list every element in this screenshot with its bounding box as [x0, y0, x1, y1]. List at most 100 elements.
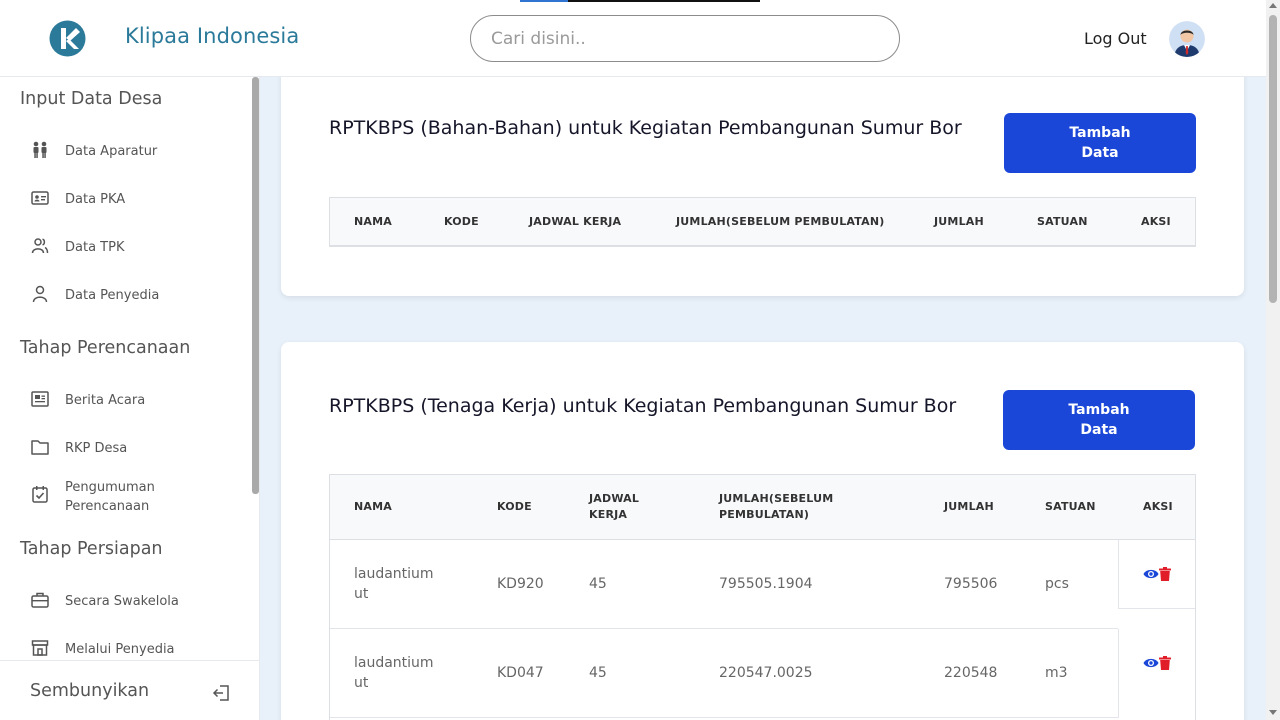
table-bahan-bahan: NAMA KODE JADWAL KERJA JUMLAH(SEBELUM PE…: [329, 197, 1196, 247]
page-scrollbar[interactable]: [1266, 0, 1280, 720]
sidebar-item-label: Data PKA: [65, 192, 126, 207]
sidebar: Input Data Desa Data Aparatur Data PKA D…: [0, 77, 260, 720]
column-header-line: PEMBULATAN): [719, 508, 810, 521]
section-title-tahap-perencanaan: Tahap Perencanaan: [20, 338, 191, 358]
scroll-up-arrow-icon[interactable]: [1269, 3, 1277, 8]
table-row: laudantium ut KD920 45 795505.1904 79550…: [330, 540, 1195, 629]
sidebar-item-label: Secara Swakelola: [65, 594, 179, 609]
news-icon: [31, 391, 49, 407]
table-header: NAMA KODE JADWAL KERJA JUMLAH(SEBELUM PE…: [330, 198, 1195, 246]
sidebar-item-label: Data Penyedia: [65, 288, 160, 303]
logout-button[interactable]: Log Out: [1084, 29, 1147, 48]
cell-satuan: m3: [1045, 665, 1068, 681]
calendar-check-icon: [32, 486, 48, 503]
briefcase-icon: [31, 592, 49, 608]
loading-bar-progress: [520, 0, 568, 2]
card-title: RPTKBPS (Tenaga Kerja) untuk Kegiatan Pe…: [329, 395, 957, 417]
cell-jumlah: 220548: [944, 665, 998, 681]
cell-nama: laudantium ut: [354, 653, 434, 693]
column-header-jumlah[interactable]: JUMLAH: [934, 214, 984, 230]
button-label: Tambah: [1068, 402, 1130, 418]
column-header-kode[interactable]: KODE: [497, 499, 532, 515]
column-header-nama[interactable]: NAMA: [354, 499, 392, 515]
cell-nama: laudantium ut: [354, 564, 434, 604]
column-header-jumlah-sebelum[interactable]: JUMLAH(SEBELUM PEMBULATAN): [719, 491, 833, 523]
section-title-tahap-persiapan: Tahap Persiapan: [20, 539, 163, 559]
column-header-aksi: AKSI: [1143, 500, 1173, 513]
user-avatar-icon[interactable]: [1169, 21, 1205, 57]
button-label: Data: [1080, 422, 1118, 438]
sidebar-item-label: Berita Acara: [65, 393, 146, 408]
column-header-satuan[interactable]: SATUAN: [1037, 214, 1088, 230]
button-label: Tambah: [1069, 125, 1131, 141]
table-row: laudantium ut KD047 45 220547.0025 22054…: [330, 629, 1195, 718]
column-header-jadwal-kerja[interactable]: JADWAL KERJA: [529, 214, 621, 230]
cell-kode: KD920: [497, 576, 544, 592]
delete-trash-icon[interactable]: [1159, 567, 1171, 581]
user-icon: [32, 285, 48, 303]
cell-nama-line: laudantium: [354, 566, 434, 582]
sidebar-item-rkp-desa[interactable]: RKP Desa: [0, 427, 250, 467]
cell-kode: KD047: [497, 665, 544, 681]
users-icon: [31, 238, 49, 254]
cell-satuan: pcs: [1045, 576, 1069, 592]
column-header-nama[interactable]: NAMA: [354, 214, 392, 230]
sidebar-item-data-pka[interactable]: Data PKA: [0, 178, 250, 218]
cell-jumlah: 795506: [944, 576, 998, 592]
column-header-satuan[interactable]: SATUAN: [1045, 499, 1096, 515]
card-tenaga-kerja: RPTKBPS (Tenaga Kerja) untuk Kegiatan Pe…: [281, 342, 1244, 720]
sidebar-item-pengumuman-perencanaan[interactable]: Pengumuman Perencanaan: [0, 472, 250, 522]
column-header-line: KERJA: [589, 508, 628, 521]
delete-trash-icon[interactable]: [1159, 656, 1171, 670]
folder-icon: [31, 440, 49, 455]
column-header-line: JADWAL: [589, 492, 640, 505]
search-input[interactable]: [491, 26, 871, 52]
column-header-line: JUMLAH(SEBELUM: [719, 492, 834, 505]
hide-sidebar-label: Sembunyikan: [30, 681, 150, 701]
klipaa-logo-icon[interactable]: [49, 20, 86, 57]
sidebar-item-data-tpk[interactable]: Data TPK: [0, 226, 250, 266]
view-eye-icon[interactable]: [1143, 657, 1159, 669]
card-bahan-bahan: RPTKBPS (Bahan-Bahan) untuk Kegiatan Pem…: [281, 60, 1244, 296]
cell-nama-line: ut: [354, 586, 369, 602]
sidebar-item-berita-acara[interactable]: Berita Acara: [0, 379, 250, 419]
sidebar-item-data-aparatur[interactable]: Data Aparatur: [0, 130, 250, 170]
column-header-jadwal-kerja[interactable]: JADWAL KERJA: [589, 491, 639, 523]
id-card-icon: [31, 191, 49, 205]
view-eye-icon[interactable]: [1143, 568, 1159, 580]
column-header-jumlah-sebelum[interactable]: JUMLAH(SEBELUM PEMBULATAN): [676, 214, 885, 230]
brand-name[interactable]: Klipaa Indonesia: [125, 24, 299, 48]
add-data-button[interactable]: Tambah Data: [1003, 390, 1195, 450]
table-header: NAMA KODE JADWAL KERJA JUMLAH(SEBELUM PE…: [330, 475, 1195, 540]
row-divider: [1118, 608, 1195, 609]
store-icon: [31, 640, 49, 656]
button-label: Data: [1081, 145, 1119, 161]
search-box[interactable]: [470, 15, 900, 62]
cell-jadwal-kerja: 45: [589, 665, 607, 681]
top-navbar: Klipaa Indonesia Log Out: [0, 0, 1266, 77]
sidebar-item-label: Pengumuman Perencanaan: [65, 480, 155, 514]
sidebar-item-secara-swakelola[interactable]: Secara Swakelola: [0, 580, 250, 620]
row-divider: [330, 717, 1118, 718]
column-header-jumlah[interactable]: JUMLAH: [944, 499, 994, 515]
cell-jumlah-sebelum: 220547.0025: [719, 665, 813, 681]
cell-nama-line: laudantium: [354, 655, 434, 671]
cell-nama-line: ut: [354, 675, 369, 691]
aksi-divider: [1118, 540, 1119, 608]
scroll-down-arrow-icon[interactable]: [1269, 710, 1277, 715]
add-data-button[interactable]: Tambah Data: [1004, 113, 1196, 173]
people-icon: [33, 141, 47, 158]
sidebar-item-data-penyedia[interactable]: Data Penyedia: [0, 274, 250, 314]
table-tenaga-kerja: NAMA KODE JADWAL KERJA JUMLAH(SEBELUM PE…: [329, 474, 1196, 720]
logout-arrow-icon[interactable]: [211, 683, 231, 703]
sidebar-footer-hide[interactable]: Sembunyikan: [0, 660, 259, 720]
column-header-kode[interactable]: KODE: [444, 214, 479, 230]
sidebar-item-label: Data TPK: [65, 240, 125, 255]
sidebar-scrollbar[interactable]: [252, 77, 259, 494]
column-header-aksi: AKSI: [1141, 215, 1171, 228]
card-title: RPTKBPS (Bahan-Bahan) untuk Kegiatan Pem…: [329, 117, 962, 139]
page-scrollbar-thumb[interactable]: [1269, 15, 1277, 303]
cell-jumlah-sebelum: 795505.1904: [719, 576, 813, 592]
sidebar-item-label: Melalui Penyedia: [65, 642, 175, 657]
aksi-divider: [1118, 629, 1119, 718]
